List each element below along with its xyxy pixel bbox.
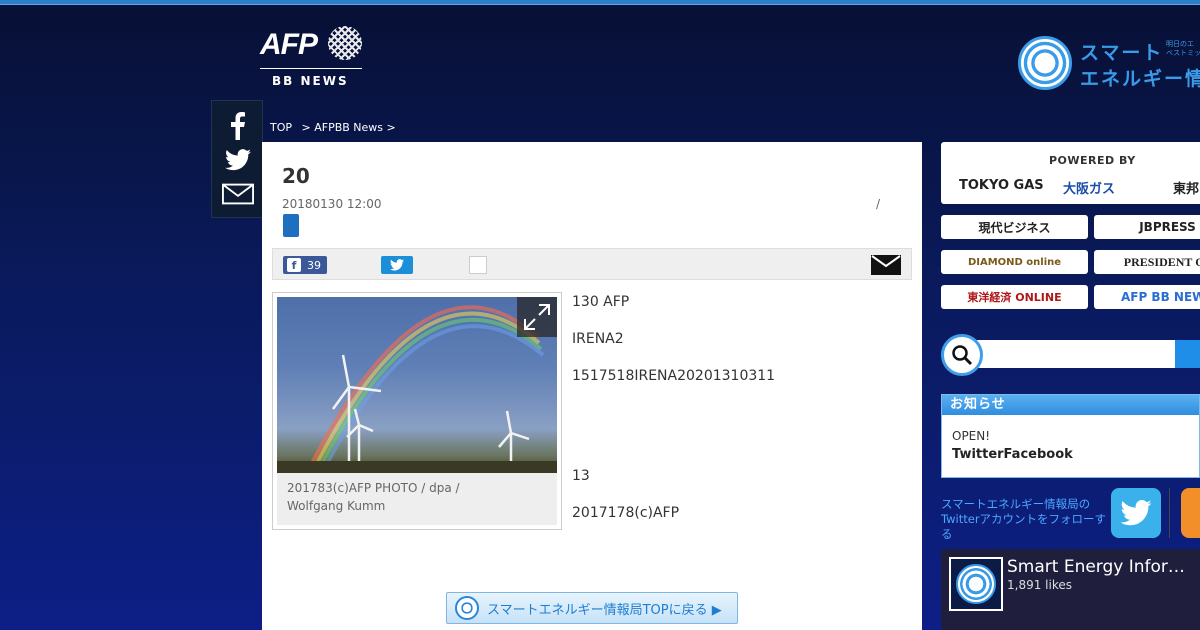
afp-globe-icon xyxy=(328,26,362,60)
category-tag[interactable] xyxy=(283,214,299,237)
smart-energy-globe-icon xyxy=(455,596,479,620)
twitter-follow-text[interactable]: スマートエネルギー情報局の Twitterアカウントをフォローする xyxy=(941,497,1111,542)
article-date: 20180130 12:00 xyxy=(282,197,382,211)
breadcrumb-top-link[interactable]: TOP xyxy=(270,121,292,134)
photo-illustration xyxy=(277,305,557,473)
twitter-icon[interactable] xyxy=(222,145,254,175)
breadcrumb: TOP > AFPBB News > xyxy=(270,121,402,134)
facebook-page-name[interactable]: Smart Energy Infor… xyxy=(1007,557,1185,577)
facebook-page-likes: 1,891 likes xyxy=(1007,578,1072,592)
twitter-icon xyxy=(1120,500,1152,526)
article-title: 20 xyxy=(282,164,310,188)
notice-line-1: OPEN! xyxy=(952,429,991,443)
search-submit-button[interactable] xyxy=(1175,340,1200,368)
facebook-icon[interactable] xyxy=(222,111,254,141)
smart-energy-logo[interactable]: スマート 明日のエ ベストミッ エネルギー情 xyxy=(1016,34,1200,94)
mail-icon[interactable] xyxy=(222,179,254,209)
article-paragraph-2: IRENA2 xyxy=(572,331,624,347)
tagline-1: 明日のエ xyxy=(1166,40,1194,48)
caption-line-2: Wolfgang Kumm xyxy=(287,499,386,513)
sponsor-president-online[interactable]: PRESIDENT On xyxy=(1094,250,1200,274)
floating-share-bar xyxy=(211,100,263,218)
facebook-icon: f xyxy=(287,258,301,272)
article-photo-figure: 201783(c)AFP PHOTO / dpa / Wolfgang Kumm xyxy=(272,292,562,530)
twitter-icon xyxy=(390,259,404,271)
sponsor-toyo-keizai[interactable]: 東洋経済 ONLINE xyxy=(941,285,1088,309)
mail-share-button[interactable] xyxy=(871,255,901,275)
twitter-follow-button[interactable] xyxy=(1111,488,1161,538)
facebook-page-avatar xyxy=(949,557,1003,611)
photo-caption: 201783(c)AFP PHOTO / dpa / Wolfgang Kumm xyxy=(277,473,557,525)
site-search xyxy=(941,334,1200,376)
article-share-bar: f 39 xyxy=(272,248,912,280)
search-input[interactable] xyxy=(971,340,1175,368)
sponsor-gendai-business[interactable]: 現代ビジネス xyxy=(941,215,1088,239)
notice-panel: お知らせ OPEN! TwitterFacebook xyxy=(941,394,1200,478)
smart-energy-logo-line2: エネルギー情 xyxy=(1080,68,1200,90)
sponsor-toho[interactable]: 東邦 xyxy=(1173,178,1199,197)
article-panel: 20 20180130 12:00 / f 39 201783(c)AFP PH… xyxy=(262,142,922,630)
facebook-page-widget[interactable]: Smart Energy Infor… 1,891 likes xyxy=(941,549,1200,630)
bookmark-share-button[interactable] xyxy=(469,256,487,274)
expand-photo-button[interactable] xyxy=(517,297,557,337)
mail-icon xyxy=(871,255,901,275)
caption-line-1: 201783(c)AFP PHOTO / dpa / xyxy=(287,481,460,495)
smart-energy-globe-icon xyxy=(956,564,996,604)
rss-button[interactable] xyxy=(1181,488,1200,538)
notice-title: お知らせ xyxy=(942,395,1199,415)
afp-logo-subtitle: BB NEWS xyxy=(272,74,349,88)
article-paragraph-3: 1517518IRENA20201310311 xyxy=(572,368,776,384)
sponsor-jbpress[interactable]: JBPRESS xyxy=(1094,215,1200,239)
article-paragraph-4: 13 xyxy=(572,468,590,484)
notice-line-2[interactable]: TwitterFacebook xyxy=(952,447,1073,462)
facebook-share-count: 39 xyxy=(307,258,321,272)
smart-energy-globe-icon xyxy=(1018,36,1072,90)
breadcrumb-afpbb-link[interactable]: > AFPBB News > xyxy=(302,121,396,134)
sponsor-diamond-online[interactable]: DIAMOND online xyxy=(941,250,1088,274)
powered-by-label: POWERED BY xyxy=(1049,154,1136,167)
sponsor-osaka-gas[interactable]: 大阪ガス xyxy=(1063,178,1115,197)
search-icon[interactable] xyxy=(941,334,983,376)
article-paragraph-1: 130 AFP xyxy=(572,294,630,310)
sponsor-tokyo-gas[interactable]: TOKYO GAS xyxy=(959,178,1044,193)
article-photo-wind-turbines-rainbow[interactable] xyxy=(277,297,557,473)
afp-logo-text: AFP xyxy=(260,28,318,61)
logo-rule xyxy=(260,68,362,69)
article-meta-slash: / xyxy=(876,197,881,211)
article-paragraph-5: 2017178(c)AFP xyxy=(572,505,680,521)
top-accent-line xyxy=(0,0,1200,5)
powered-by-panel: POWERED BY TOKYO GAS 大阪ガス 東邦 xyxy=(941,142,1200,204)
facebook-share-button[interactable]: f 39 xyxy=(283,256,327,274)
back-to-top-button[interactable]: スマートエネルギー情報局TOPに戻る ▶ xyxy=(446,592,738,624)
tagline-2: ベストミッ xyxy=(1166,49,1200,57)
sponsor-afpbb[interactable]: AFP BB NEWS xyxy=(1094,285,1200,309)
back-to-top-label: スマートエネルギー情報局TOPに戻る ▶ xyxy=(487,602,722,618)
afp-bb-news-logo[interactable]: AFP BB NEWS xyxy=(258,22,364,88)
twitter-share-button[interactable] xyxy=(381,256,413,274)
smart-energy-logo-tagline: 明日のエ ベストミッ xyxy=(1166,40,1200,58)
follow-divider xyxy=(1169,488,1170,538)
smart-energy-logo-line1: スマート xyxy=(1080,42,1164,64)
expand-icon xyxy=(524,304,550,330)
